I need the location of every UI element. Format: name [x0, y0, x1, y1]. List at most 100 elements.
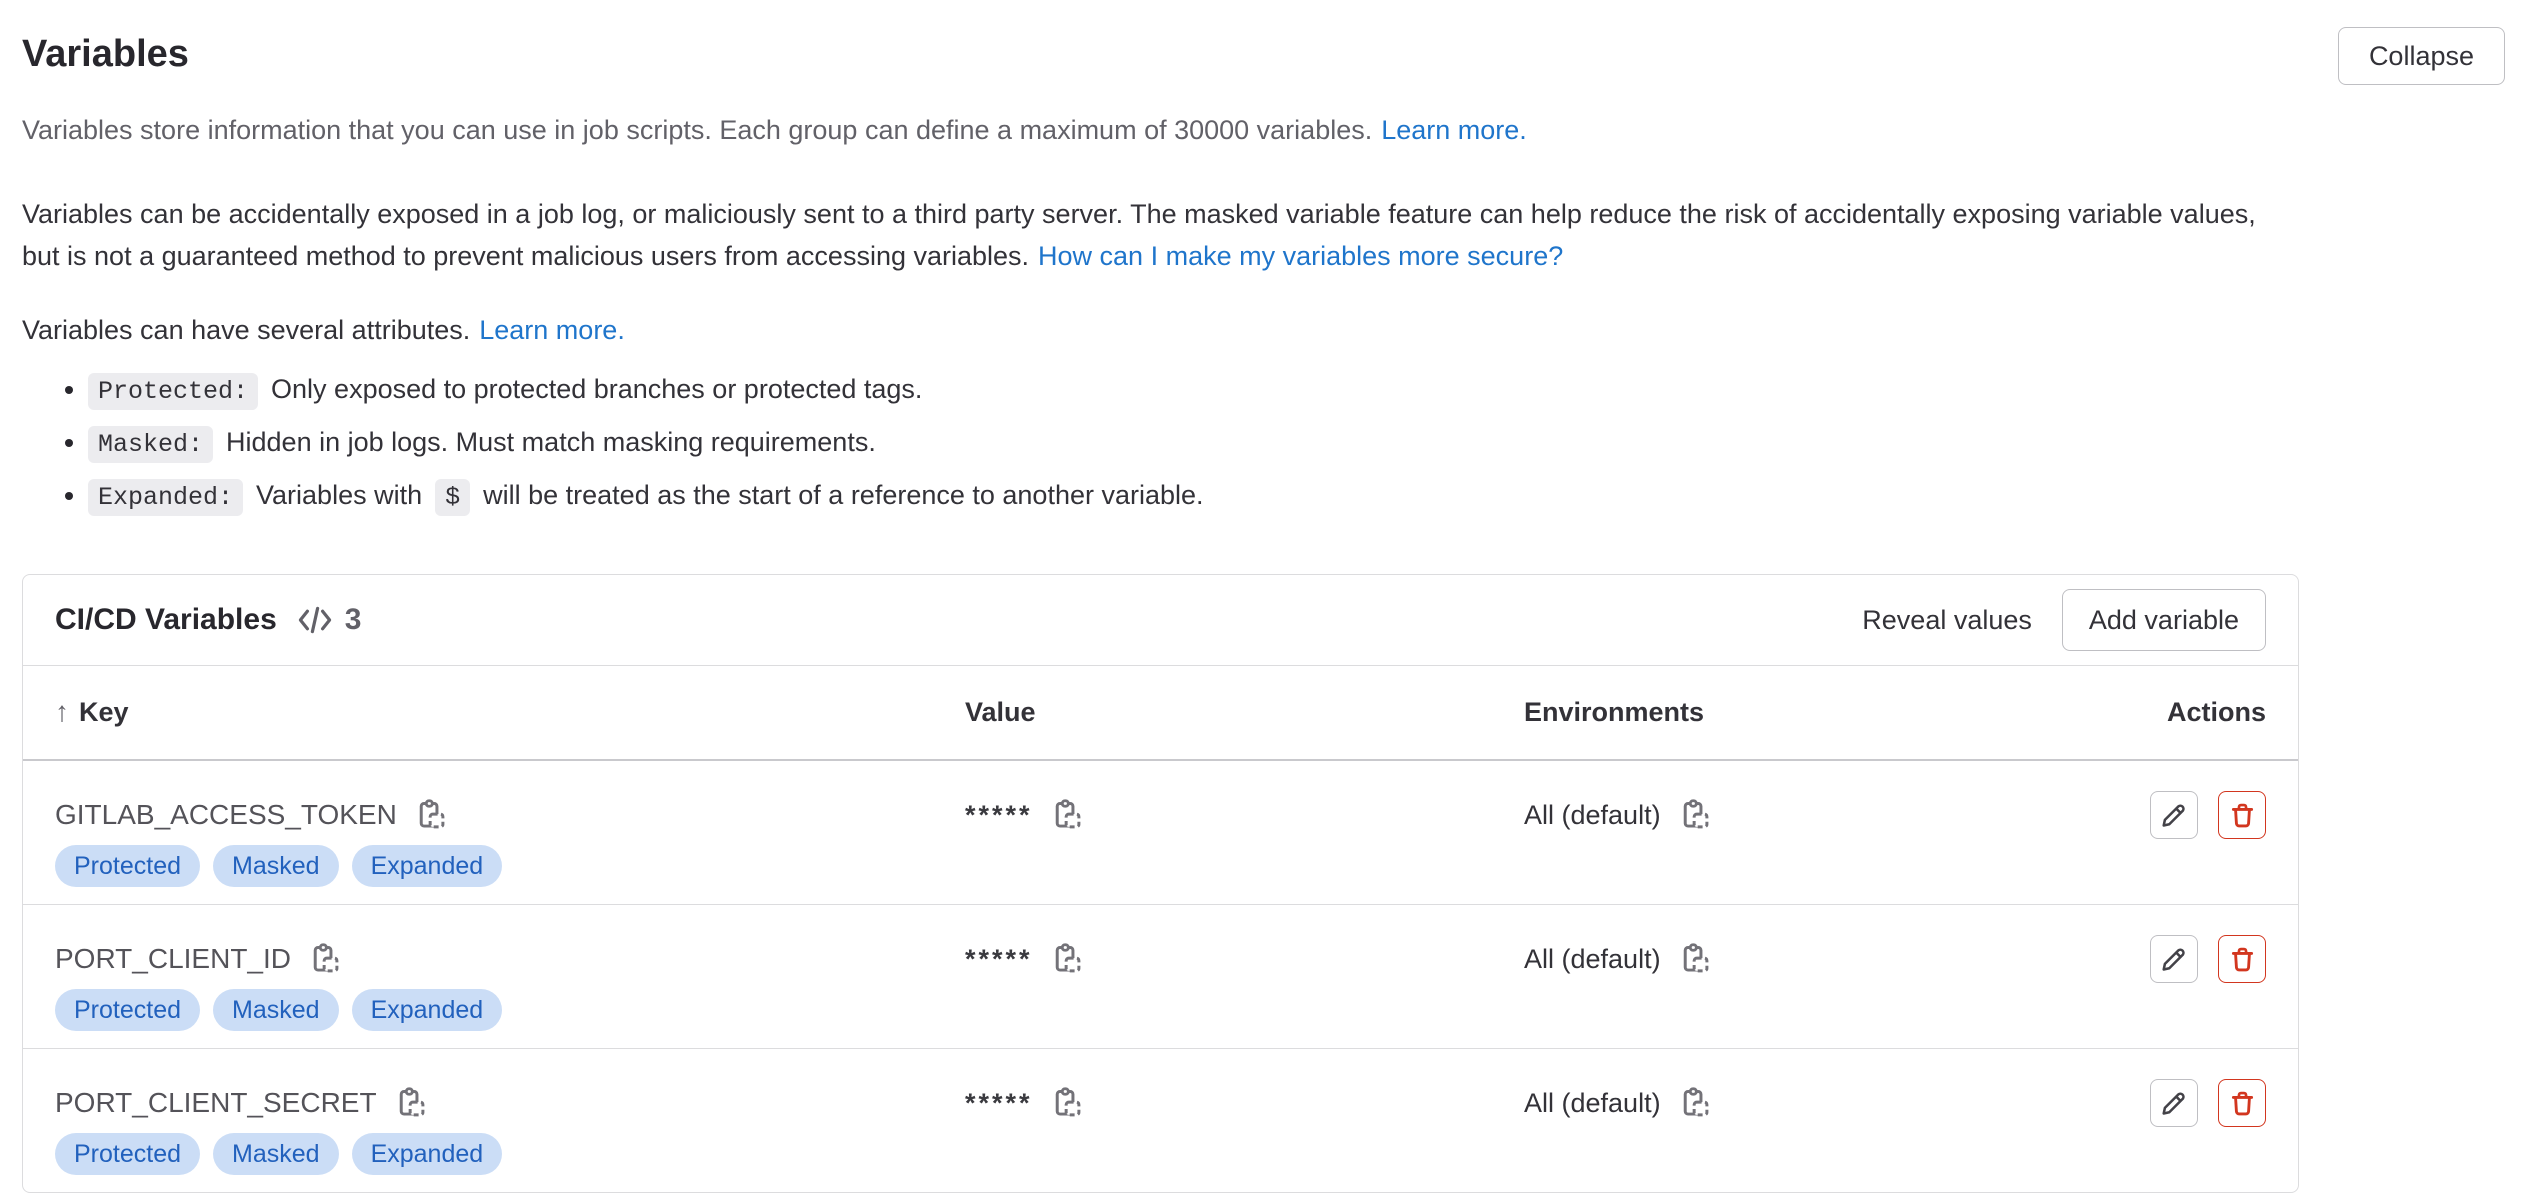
copy-environments-button[interactable] [1675, 795, 1715, 835]
badge-masked: Masked [213, 989, 339, 1031]
variable-key: GITLAB_ACCESS_TOKEN [55, 793, 397, 837]
key-cell: PORT_CLIENT_ID Protected Masked Expanded [23, 905, 965, 1049]
variables-count: 3 [345, 603, 362, 637]
badge-expanded: Expanded [352, 989, 503, 1031]
actions-cell [2083, 1049, 2298, 1193]
variable-key: PORT_CLIENT_ID [55, 937, 291, 981]
variable-key: PORT_CLIENT_SECRET [55, 1081, 377, 1125]
copy-value-button[interactable] [1047, 1083, 1087, 1123]
add-variable-button[interactable]: Add variable [2062, 589, 2266, 651]
attribute-text: Variables with [256, 480, 422, 510]
copy-to-clipboard-icon [1678, 1086, 1712, 1120]
badge-expanded: Expanded [352, 1133, 503, 1175]
trash-icon [2229, 945, 2256, 974]
page-title: Variables [22, 30, 2299, 78]
copy-to-clipboard-icon [1678, 798, 1712, 832]
badge-list: ProtectedMaskedExpanded [55, 845, 965, 887]
badge-list: Protected Masked Expanded [55, 1133, 965, 1175]
copy-key-button[interactable] [305, 939, 345, 979]
attribute-text: will be treated as the start of a refere… [483, 480, 1203, 510]
environments-cell: All (default) [1524, 760, 2083, 905]
code-chip: Expanded: [88, 479, 243, 516]
aside-column: Collapse [2338, 0, 2505, 1193]
pencil-icon [2160, 1090, 2187, 1117]
edit-variable-button[interactable] [2150, 935, 2198, 983]
badge-protected: Protected [55, 989, 200, 1031]
code-chip: Masked: [88, 426, 213, 463]
column-header-actions: Actions [2083, 666, 2298, 761]
variables-secure-link[interactable]: How can I make my variables more secure? [1038, 241, 1563, 271]
variables-table: ↑Key Value Environments Actions GITLAB_A… [23, 665, 2298, 1192]
variable-value: ***** [965, 1081, 1033, 1125]
variables-table-body: GITLAB_ACCESS_TOKEN Protected Masked Expan… [23, 760, 2298, 1192]
copy-to-clipboard-icon [394, 1086, 428, 1120]
copy-key-button[interactable] [391, 1083, 431, 1123]
attribute-text: Hidden in job logs. Must match masking r… [226, 427, 876, 457]
badge-masked: Masked [213, 1133, 339, 1175]
intro-paragraph: Variables store information that you can… [22, 109, 2299, 151]
variables-card: CI/CD Variables 3 Reveal values Add vari… [22, 574, 2299, 1193]
reveal-values-button[interactable]: Reveal values [1844, 589, 2050, 651]
collapse-button[interactable]: Collapse [2338, 27, 2505, 85]
delete-variable-button[interactable] [2218, 791, 2266, 839]
badge-protected: Protected [55, 845, 200, 887]
badge-protected: Protected [55, 1133, 200, 1175]
copy-to-clipboard-icon [1050, 942, 1084, 976]
attribute-item: Masked: Hidden in job logs. Must match ma… [88, 420, 2299, 467]
sort-ascending-icon: ↑ [55, 696, 69, 727]
column-header-key[interactable]: ↑Key [23, 666, 965, 761]
copy-to-clipboard-icon [308, 942, 342, 976]
copy-value-button[interactable] [1047, 795, 1087, 835]
attribute-text: Only exposed to protected branches or pr… [271, 374, 922, 404]
copy-environments-button[interactable] [1675, 1083, 1715, 1123]
table-row: GITLAB_ACCESS_TOKEN ProtectedMaskedExpan… [23, 760, 2298, 905]
copy-key-button[interactable] [411, 795, 451, 835]
copy-to-clipboard-icon [1050, 798, 1084, 832]
code-chip: $ [435, 479, 470, 516]
variable-environments: All (default) [1524, 793, 1661, 837]
badge-list: Protected Masked Expanded [55, 989, 965, 1031]
value-cell: ***** [965, 1049, 1524, 1193]
badge-expanded: Expanded [352, 845, 503, 887]
delete-variable-button[interactable] [2218, 1079, 2266, 1127]
copy-environments-button[interactable] [1675, 939, 1715, 979]
variables-card-header: CI/CD Variables 3 Reveal values Add vari… [23, 575, 2298, 665]
value-cell: ***** [965, 760, 1524, 905]
intro-learn-more-link[interactable]: Learn more. [1381, 115, 1527, 145]
variable-value: ***** [965, 793, 1033, 837]
variable-value: ***** [965, 937, 1033, 981]
trash-icon [2229, 801, 2256, 830]
variables-settings-section: Variables Variables store information th… [0, 0, 2522, 1193]
copy-to-clipboard-icon [1050, 1086, 1084, 1120]
variable-environments: All (default) [1524, 937, 1661, 981]
actions-cell [2083, 905, 2298, 1049]
intro-text: Variables store information that you can… [22, 115, 1372, 145]
pencil-icon [2160, 946, 2187, 973]
trash-icon [2229, 1089, 2256, 1118]
attribute-item: Expanded: Variables with $ will be treated … [88, 473, 2299, 520]
environments-cell: All (default) [1524, 1049, 2083, 1193]
value-cell: ***** [965, 905, 1524, 1049]
attributes-lead-text: Variables can have several attributes. [22, 315, 470, 345]
attributes-lead-paragraph: Variables can have several attributes. Le… [22, 309, 2299, 351]
environments-cell: All (default) [1524, 905, 2083, 1049]
table-row: PORT_CLIENT_SECRET Protected Masked Expand… [23, 1049, 2298, 1193]
key-cell: PORT_CLIENT_SECRET Protected Masked Expand… [23, 1049, 965, 1193]
code-chip: Protected: [88, 373, 258, 410]
delete-variable-button[interactable] [2218, 935, 2266, 983]
actions-cell [2083, 760, 2298, 905]
column-header-value: Value [965, 666, 1524, 761]
column-header-environments: Environments [1524, 666, 2083, 761]
attributes-learn-more-link[interactable]: Learn more. [479, 315, 625, 345]
edit-variable-button[interactable] [2150, 1079, 2198, 1127]
copy-to-clipboard-icon [414, 798, 448, 832]
table-header-row: ↑Key Value Environments Actions [23, 666, 2298, 761]
attribute-item: Protected: Only exposed to protected bran… [88, 367, 2299, 414]
copy-value-button[interactable] [1047, 939, 1087, 979]
main-column: Variables Variables store information th… [22, 0, 2299, 1193]
warning-paragraph: Variables can be accidentally exposed in… [22, 193, 2299, 277]
variable-environments: All (default) [1524, 1081, 1661, 1125]
edit-variable-button[interactable] [2150, 791, 2198, 839]
key-cell: GITLAB_ACCESS_TOKEN ProtectedMaskedExpan… [23, 760, 965, 905]
code-icon [297, 605, 333, 635]
